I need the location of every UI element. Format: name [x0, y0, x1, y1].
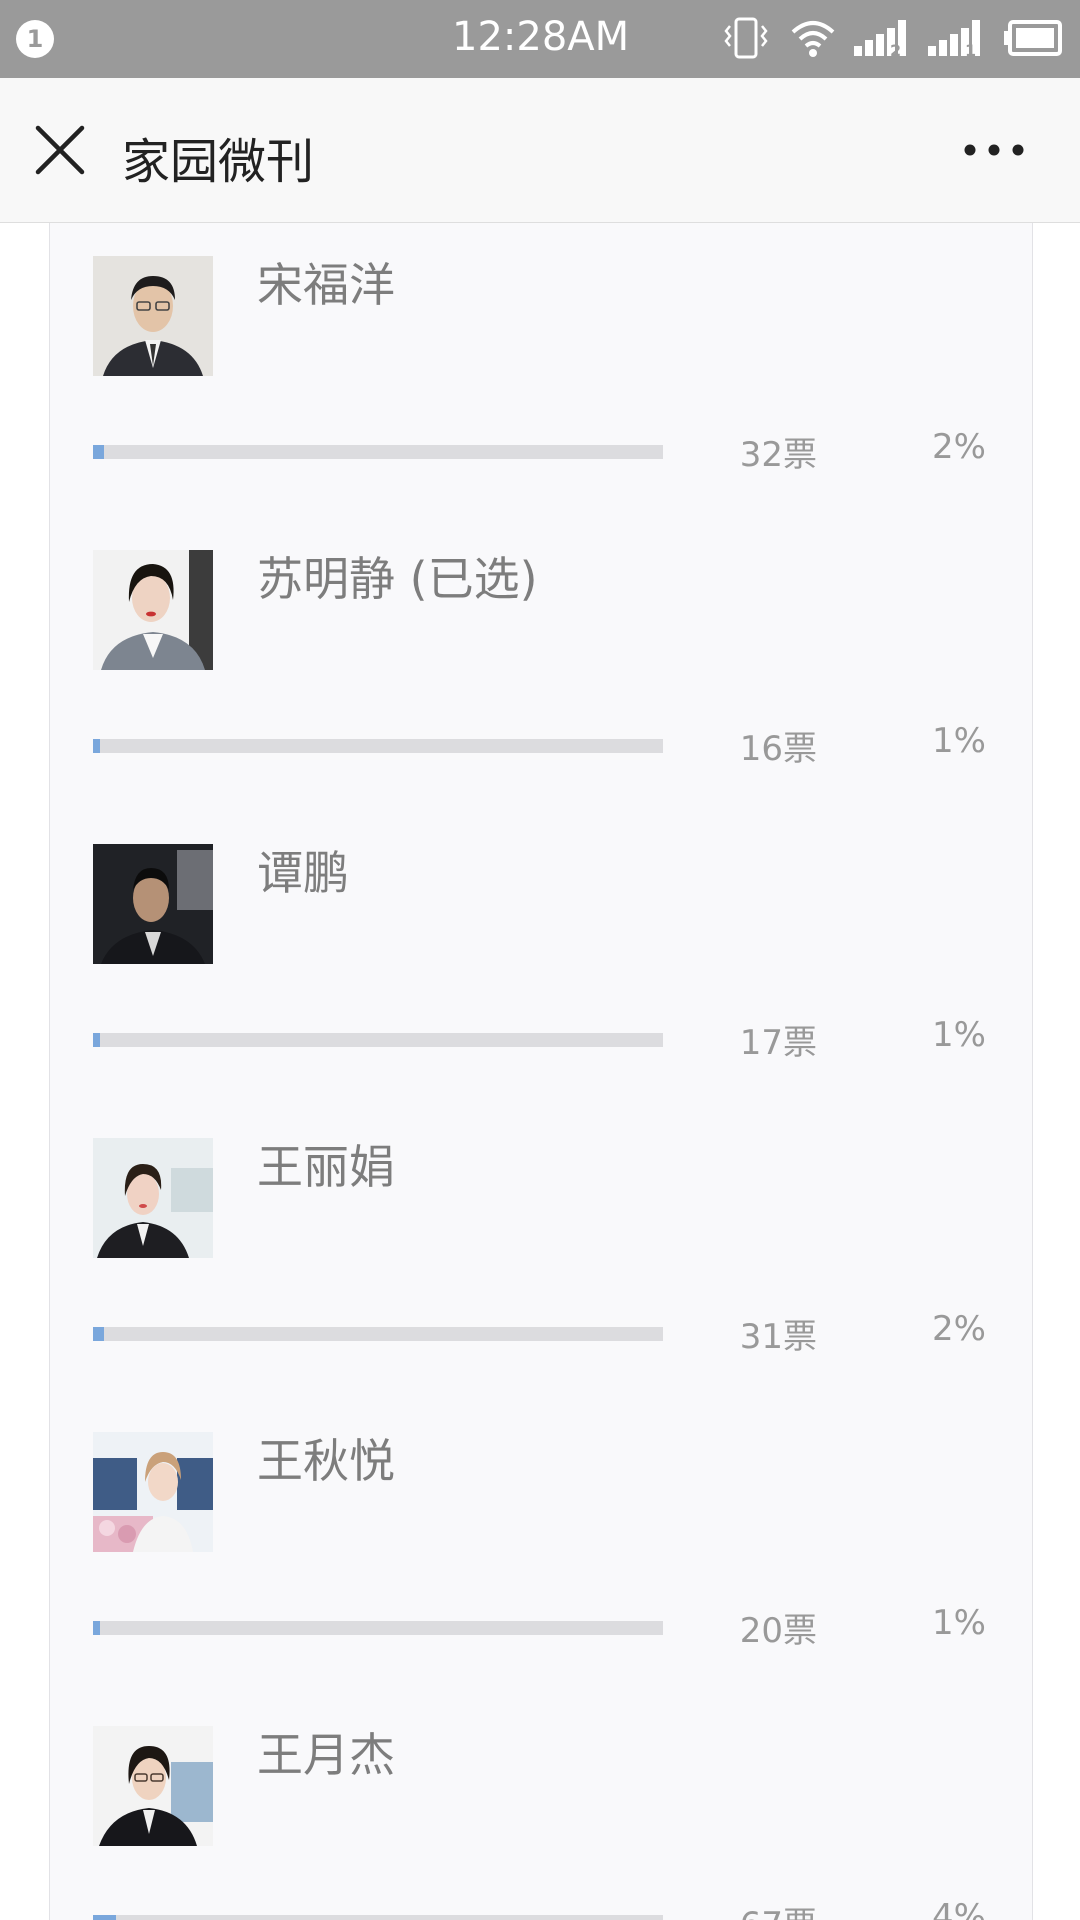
vibrate-icon	[722, 16, 770, 66]
vote-results-card: 宋福洋 32票 2% 苏明静 (已选) 16票 1% 谭鹏 17票 1% 王丽娟…	[49, 223, 1033, 1920]
signal-sim2-icon: 2	[852, 16, 912, 66]
vote-count: 17票	[739, 1023, 817, 1063]
vote-count: 31票	[739, 1317, 817, 1357]
vote-percent: 1%	[932, 1015, 986, 1055]
candidate-name: 谭鹏	[257, 846, 349, 900]
candidate-name: 苏明静 (已选)	[257, 552, 538, 606]
vote-progress-fill	[93, 739, 100, 753]
vote-progress-bar	[93, 1621, 663, 1635]
vote-count: 16票	[739, 729, 817, 769]
signal-sim1-icon: 1	[926, 16, 986, 66]
vote-progress-fill	[93, 1621, 100, 1635]
candidate-row[interactable]: 宋福洋 32票 2%	[50, 223, 1032, 517]
vote-percent: 2%	[932, 427, 986, 467]
page-title: 家园微刊	[122, 134, 315, 190]
candidate-name: 王秋悦	[257, 1434, 395, 1488]
vote-count: 20票	[739, 1611, 817, 1651]
vote-progress-bar	[93, 1915, 663, 1920]
vote-progress-fill	[93, 445, 105, 459]
avatar	[93, 844, 213, 964]
top-nav-bar: 家园微刊	[0, 78, 1080, 223]
vote-progress-fill	[93, 1033, 100, 1047]
more-icon	[964, 144, 1024, 156]
vote-progress-bar	[93, 1033, 663, 1047]
avatar	[93, 1432, 213, 1552]
candidate-row[interactable]: 王丽娟 31票 2%	[50, 1105, 1032, 1399]
battery-icon	[1002, 18, 1064, 64]
close-button[interactable]	[34, 124, 86, 176]
avatar	[93, 1726, 213, 1846]
vote-percent: 1%	[932, 721, 986, 761]
vote-progress-fill	[93, 1327, 105, 1341]
vote-progress-bar	[93, 739, 663, 753]
candidate-name: 王月杰	[257, 1728, 395, 1782]
wifi-icon	[790, 16, 836, 66]
candidate-row[interactable]: 苏明静 (已选) 16票 1%	[50, 517, 1032, 811]
candidate-name: 王丽娟	[257, 1140, 395, 1194]
candidate-row[interactable]: 王月杰 67票 4%	[50, 1693, 1032, 1920]
vote-percent: 4%	[932, 1897, 986, 1920]
avatar	[93, 1138, 213, 1258]
vote-count: 67票	[700, 1897, 817, 1920]
candidate-name: 宋福洋	[257, 258, 395, 312]
vote-progress-fill	[93, 1915, 116, 1920]
vote-count: 32票	[739, 435, 817, 475]
vote-results-content: 宋福洋 32票 2% 苏明静 (已选) 16票 1% 谭鹏 17票 1% 王丽娟…	[0, 223, 1080, 1920]
candidate-row[interactable]: 谭鹏 17票 1%	[50, 811, 1032, 1105]
svg-text:2: 2	[890, 41, 901, 60]
status-time: 12:28AM	[452, 14, 630, 60]
avatar	[93, 550, 213, 670]
avatar	[93, 256, 213, 376]
vote-percent: 2%	[932, 1309, 986, 1349]
close-icon	[35, 125, 85, 175]
notification-badge: 1	[16, 20, 54, 58]
vote-progress-bar	[93, 1327, 663, 1341]
candidate-row[interactable]: 王秋悦 20票 1%	[50, 1399, 1032, 1693]
status-bar: 1 12:28AM 2 1	[0, 0, 1080, 78]
vote-percent: 1%	[932, 1603, 986, 1643]
more-button[interactable]	[962, 138, 1026, 162]
svg-text:1: 1	[965, 41, 976, 60]
vote-progress-bar	[93, 445, 663, 459]
